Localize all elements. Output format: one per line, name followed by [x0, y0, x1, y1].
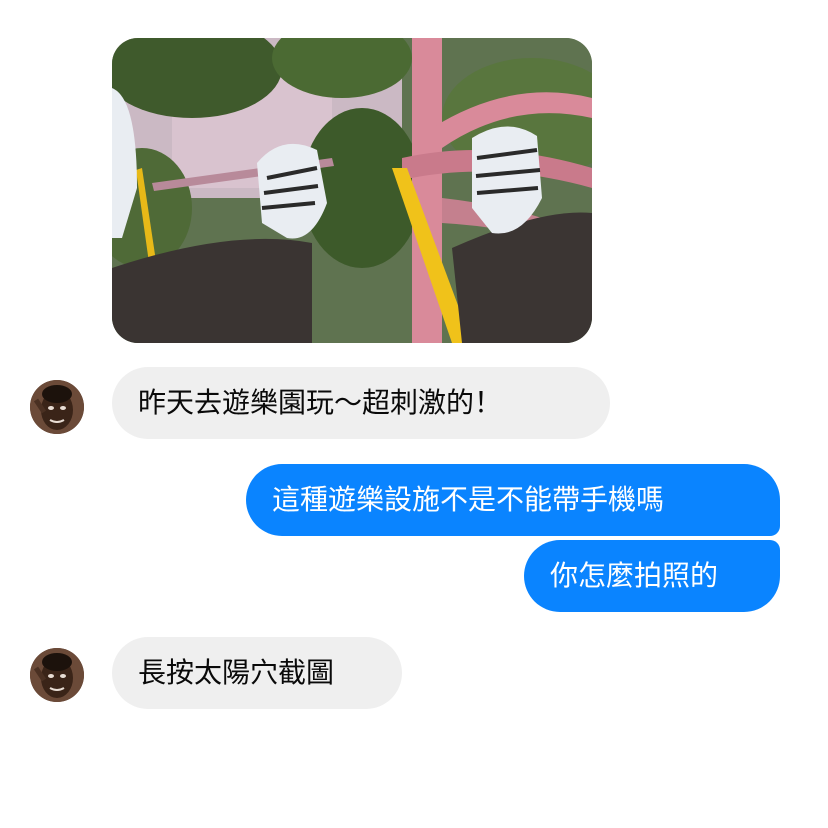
avatar-icon[interactable]: [30, 648, 84, 702]
outgoing-message-bubble[interactable]: 你怎麼拍照的: [524, 540, 780, 612]
avatar-icon[interactable]: [30, 380, 84, 434]
message-text: 長按太陽穴截圖: [138, 656, 335, 689]
outgoing-message-bubble[interactable]: 這種遊樂設施不是不能帶手機嗎: [246, 464, 780, 536]
message-text: 昨天去遊樂園玩～超刺激的！: [138, 386, 503, 419]
incoming-message-bubble[interactable]: 昨天去遊樂園玩～超刺激的！: [112, 367, 610, 439]
roller-coaster-image: [112, 38, 592, 343]
person-face-icon: [30, 648, 84, 702]
roller-coaster-photo[interactable]: [112, 38, 592, 343]
person-face-icon: [30, 380, 84, 434]
incoming-message-bubble[interactable]: 長按太陽穴截圖: [112, 637, 402, 709]
message-text: 你怎麼拍照的: [550, 559, 719, 592]
message-text: 這種遊樂設施不是不能帶手機嗎: [272, 483, 665, 516]
